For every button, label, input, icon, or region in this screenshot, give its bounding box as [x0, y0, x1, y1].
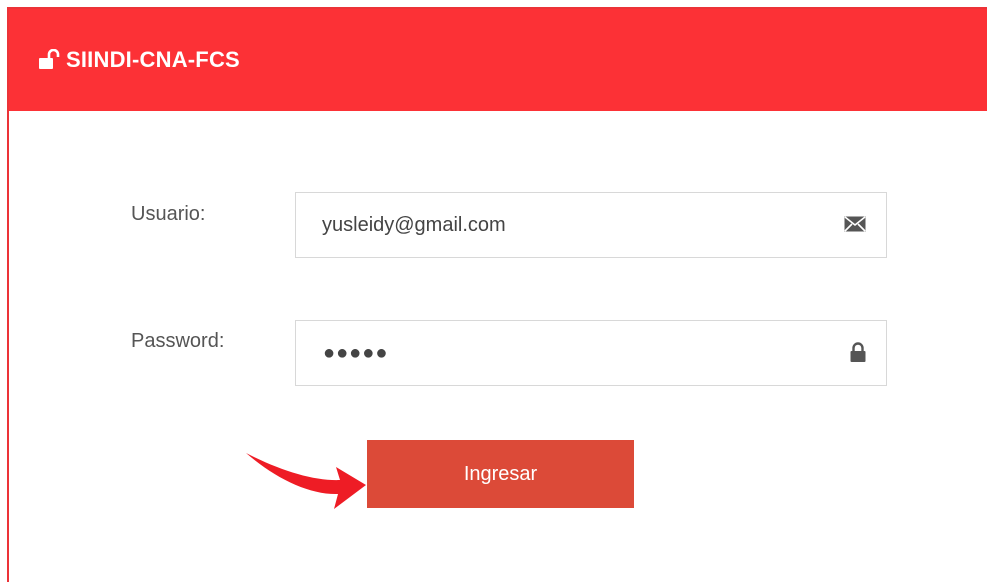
unlocked-lock-icon	[39, 49, 60, 69]
lock-icon	[850, 342, 866, 362]
username-label: Usuario:	[131, 203, 206, 225]
username-value: yusleidy@gmail.com	[322, 214, 506, 236]
app-title: SIINDI-CNA-FCS	[66, 47, 240, 72]
ingresar-button[interactable]: Ingresar	[367, 440, 634, 508]
red-arrow-icon	[246, 453, 366, 509]
password-masked-value: ●●●●●	[323, 342, 389, 364]
username-field[interactable]: yusleidy@gmail.com	[295, 192, 887, 258]
password-label: Password:	[131, 330, 225, 352]
panel-header: SIINDI-CNA-FCS	[9, 9, 987, 111]
envelope-icon	[844, 216, 866, 232]
password-field[interactable]: ●●●●●	[295, 320, 887, 386]
